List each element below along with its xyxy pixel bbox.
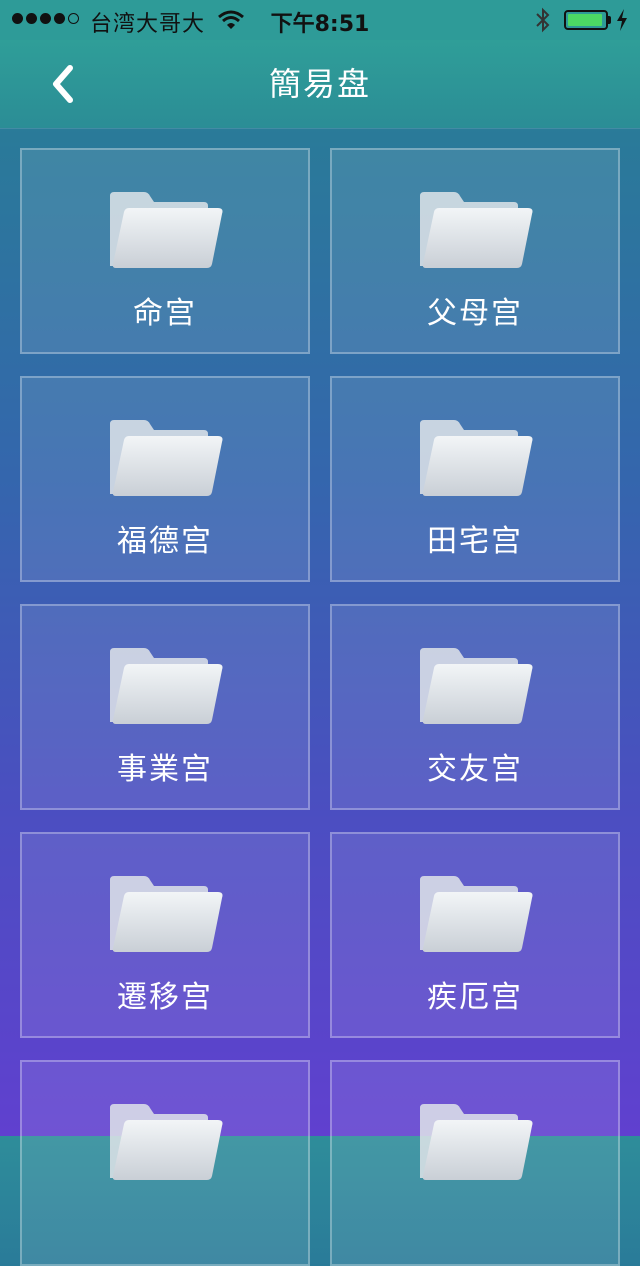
bluetooth-icon (534, 7, 552, 39)
palace-tile-7[interactable]: 疾厄宫 (330, 832, 620, 1038)
battery-icon (564, 10, 608, 30)
folder-icon (420, 420, 533, 496)
palace-label: 交友宫 (427, 752, 523, 787)
palace-tile-2[interactable]: 福德宫 (20, 376, 310, 582)
palace-label: 遷移宫 (117, 980, 213, 1015)
folder-icon (110, 648, 223, 724)
palace-grid: 命宫 父母宫 福德宫 田宅宫 事業宫 交友宫 遷移宫 疾厄宫 (20, 148, 620, 1266)
palace-tile-5[interactable]: 交友宫 (330, 604, 620, 810)
palace-label: 命宫 (133, 296, 197, 331)
palace-tile-9[interactable] (330, 1060, 620, 1266)
navigation-bar: 簡易盘 (0, 40, 640, 128)
page-title: 簡易盘 (268, 65, 371, 103)
folder-icon (420, 192, 533, 268)
palace-tile-6[interactable]: 遷移宫 (20, 832, 310, 1038)
palace-tile-4[interactable]: 事業宫 (20, 604, 310, 810)
palace-label: 事業宫 (117, 752, 213, 787)
status-bar: 台湾大哥大 下午8:51 (0, 0, 640, 40)
palace-tile-0[interactable]: 命宫 (20, 148, 310, 354)
charging-bolt-icon (616, 8, 628, 38)
folder-icon (110, 1104, 223, 1180)
folder-icon (420, 1104, 533, 1180)
palace-tile-3[interactable]: 田宅宫 (330, 376, 620, 582)
palace-tile-1[interactable]: 父母宫 (330, 148, 620, 354)
palace-tile-8[interactable] (20, 1060, 310, 1266)
palace-label: 父母宫 (427, 296, 523, 331)
battery-fill (568, 14, 603, 26)
folder-icon (420, 876, 533, 952)
palace-label: 田宅宫 (427, 524, 523, 559)
folder-icon (110, 192, 223, 268)
palace-label: 福德宫 (117, 524, 213, 559)
folder-icon (110, 420, 223, 496)
folder-icon (420, 648, 533, 724)
palace-label: 疾厄宫 (427, 980, 523, 1015)
folder-icon (110, 876, 223, 952)
battery-tip (608, 16, 611, 24)
